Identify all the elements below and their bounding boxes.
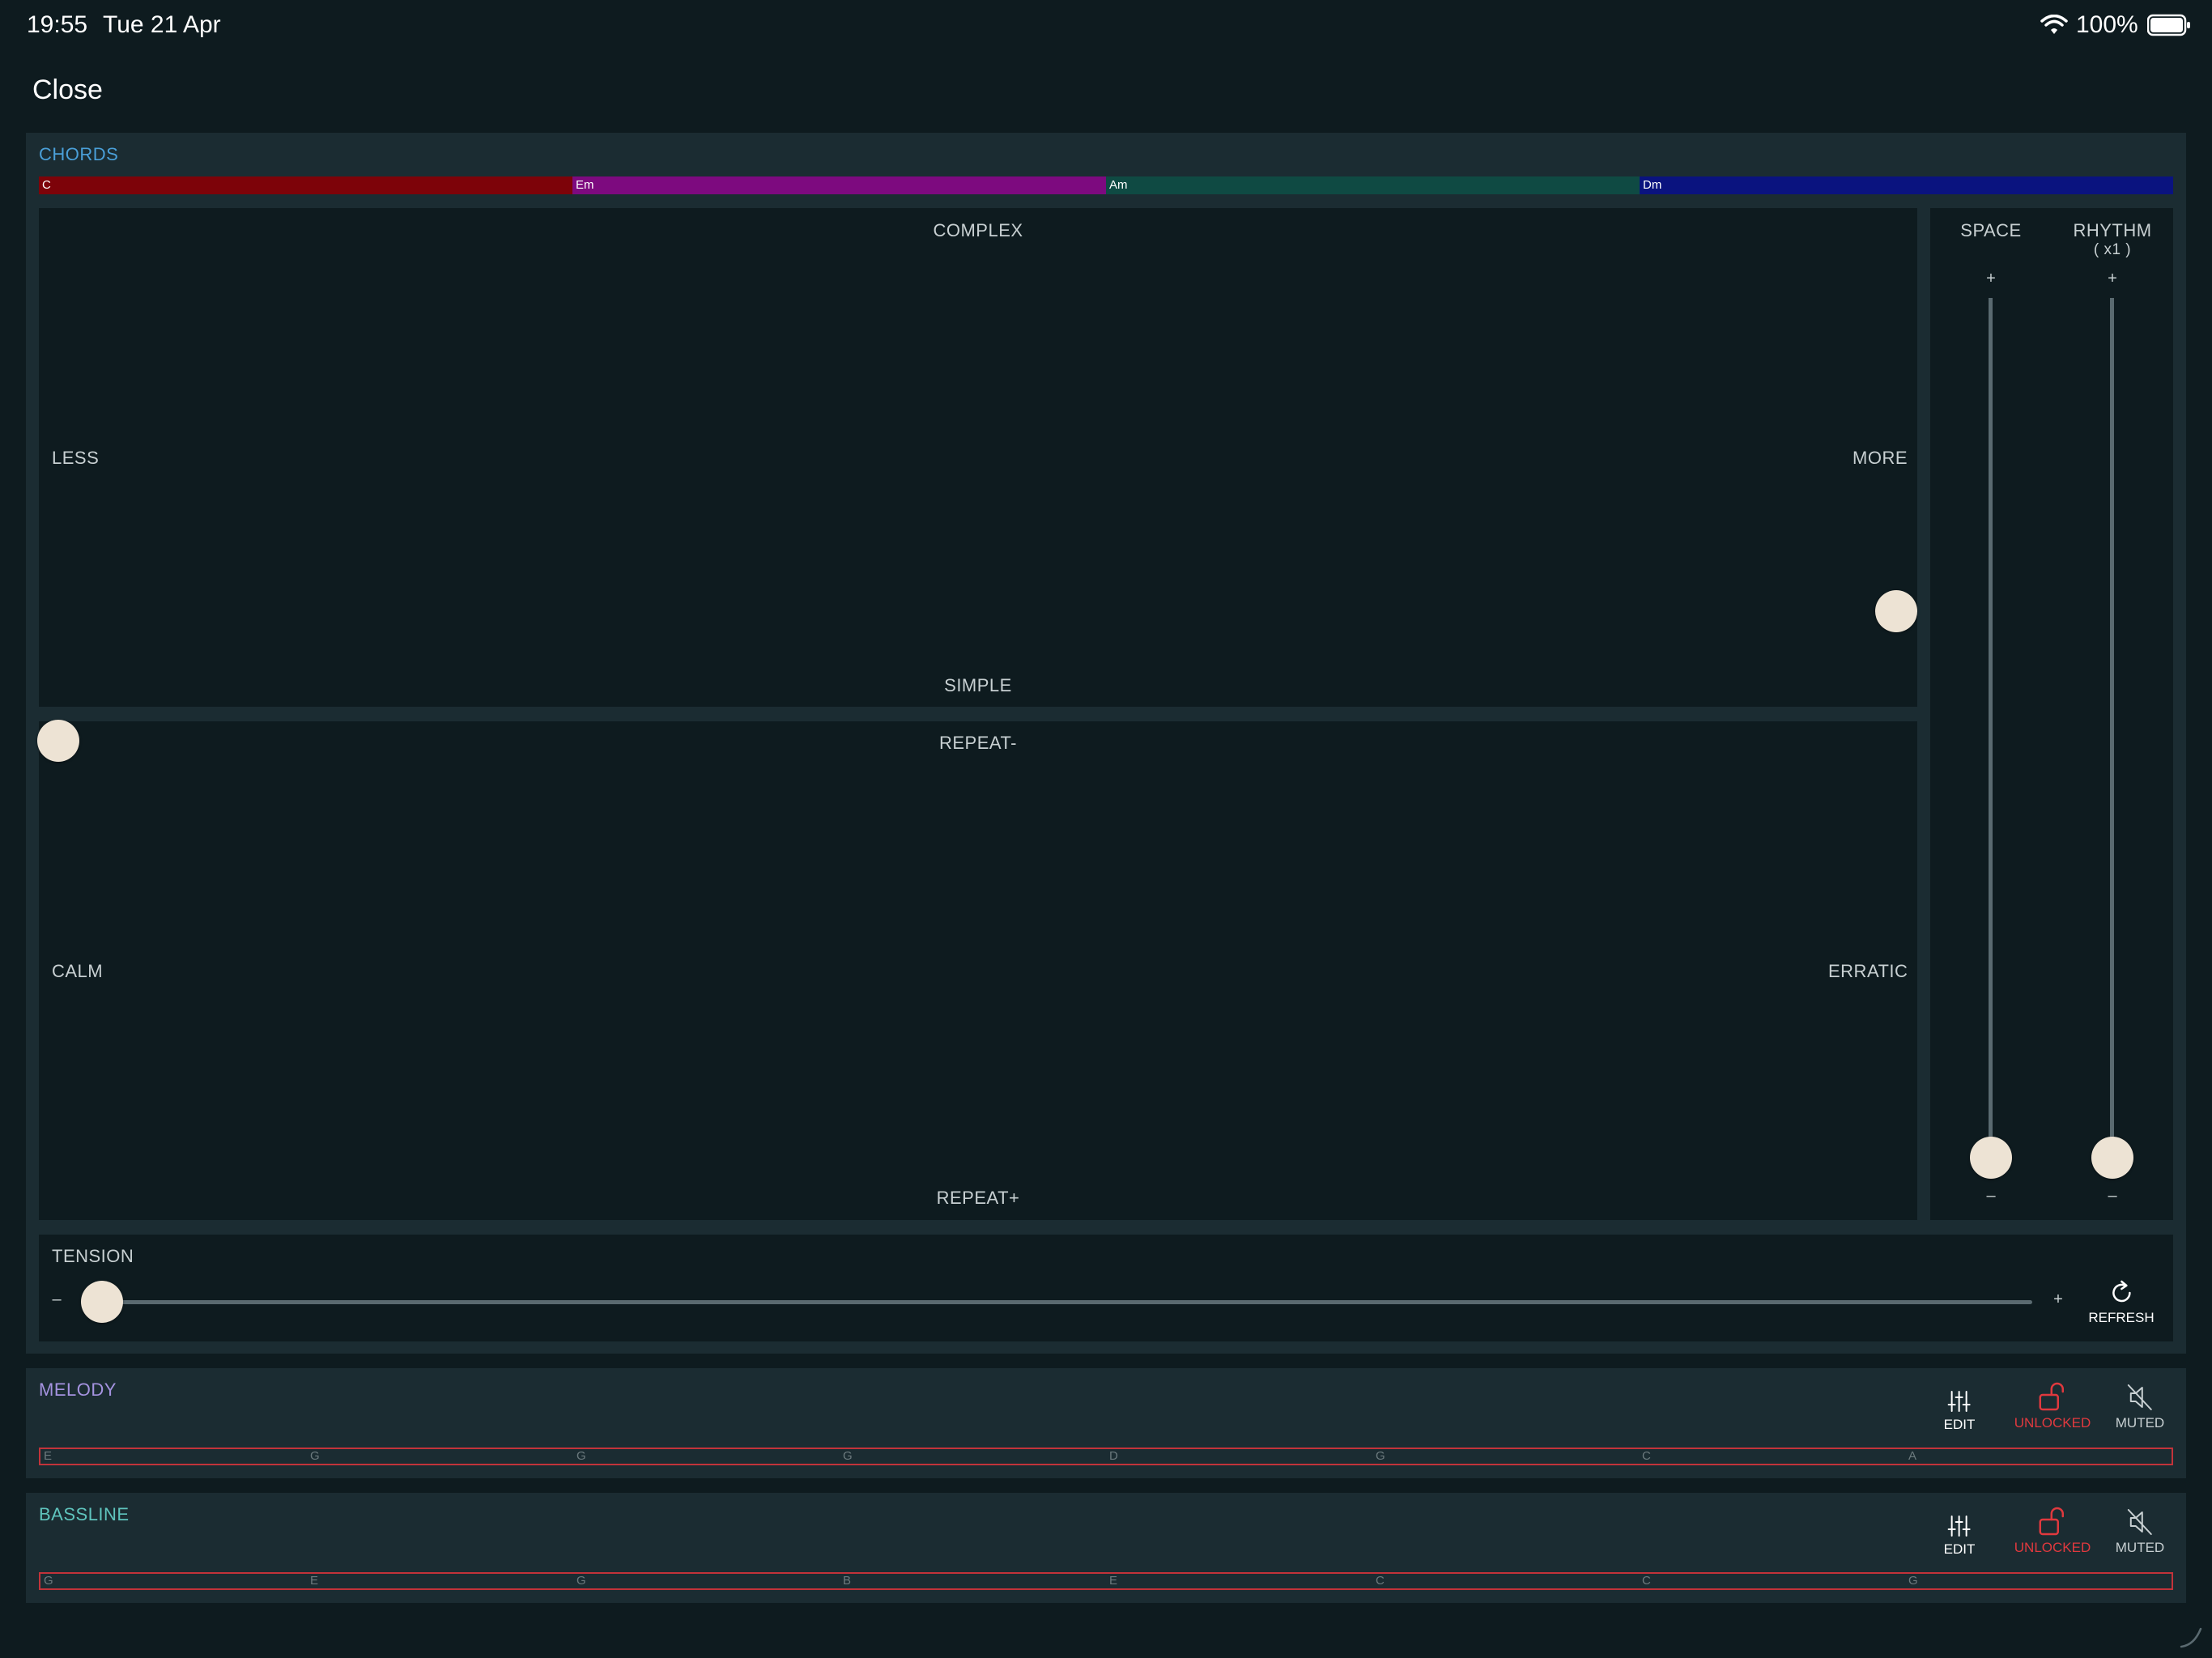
wifi-icon: [2040, 15, 2068, 34]
note-label: G: [44, 1574, 53, 1588]
chord-block-dm[interactable]: Dm: [1640, 176, 2173, 194]
note-label: E: [44, 1449, 53, 1463]
status-time: 19:55: [27, 11, 88, 38]
chord-label: Dm: [1643, 178, 1662, 192]
tension-minus: –: [52, 1290, 62, 1308]
bassline-mute-button[interactable]: MUTED: [2116, 1507, 2164, 1556]
pad-label-repeat-minus: REPEAT-: [938, 733, 1018, 753]
rhythm-label: RHYTHM: [2073, 220, 2152, 240]
rhythm-slider-track[interactable]: [2110, 298, 2114, 1158]
note-label: G: [310, 1449, 320, 1463]
pad-label-simple: SIMPLE: [944, 675, 1012, 695]
space-slider-knob[interactable]: [1970, 1137, 2012, 1179]
tension-slider-track[interactable]: [100, 1300, 2032, 1304]
space-label: SPACE: [1960, 220, 2022, 240]
edit-label: EDIT: [1943, 1417, 1976, 1432]
bassline-edit-button[interactable]: EDIT: [1943, 1514, 1976, 1558]
complexity-pad-knob[interactable]: [1875, 590, 1917, 632]
resize-corner-icon: [2180, 1627, 2202, 1648]
edit-label: EDIT: [1943, 1541, 1976, 1557]
rhythm-multiplier: ( x1 ): [2093, 241, 2132, 258]
lock-label: UNLOCKED: [2014, 1540, 2091, 1555]
pad-label-calm: CALM: [52, 961, 104, 981]
pad-label-repeat-plus: REPEAT+: [936, 1188, 1020, 1208]
sliders-panel: [1930, 208, 2173, 1220]
melody-notes-bar[interactable]: EGGGDGCA: [39, 1448, 2173, 1465]
speaker-muted-icon: [2127, 1384, 2152, 1410]
sliders-icon: [1947, 1516, 1971, 1537]
variation-pad-knob[interactable]: [37, 720, 79, 762]
chord-block-em[interactable]: Em: [572, 176, 1106, 194]
bassline-notes-bar[interactable]: GEGBECCG: [39, 1572, 2173, 1590]
chord-block-c[interactable]: C: [39, 176, 572, 194]
space-slider-track[interactable]: [1989, 298, 1993, 1158]
rhythm-slider-knob[interactable]: [2091, 1137, 2133, 1179]
status-date: Tue 21 Apr: [103, 11, 221, 38]
speaker-muted-icon: [2127, 1509, 2152, 1535]
note-label: G: [576, 1449, 586, 1463]
chords-title: CHORDS: [39, 144, 119, 164]
note-label: G: [576, 1574, 586, 1588]
note-label: B: [843, 1574, 852, 1588]
complexity-pad[interactable]: [39, 208, 1917, 707]
melody-mute-button[interactable]: MUTED: [2116, 1383, 2164, 1431]
mute-label: MUTED: [2115, 1415, 2165, 1431]
refresh-button[interactable]: REFRESH: [2088, 1279, 2155, 1326]
rhythm-plus: +: [2108, 270, 2117, 287]
close-button[interactable]: Close: [32, 74, 103, 106]
note-label: A: [1908, 1449, 1917, 1463]
space-plus: +: [1986, 270, 1996, 287]
melody-lock-button[interactable]: UNLOCKED: [2014, 1381, 2091, 1431]
note-label: G: [1908, 1574, 1918, 1588]
pad-label-erratic: ERRATIC: [1828, 961, 1908, 981]
melody-edit-button[interactable]: EDIT: [1943, 1389, 1976, 1433]
tension-label: TENSION: [52, 1246, 134, 1266]
battery-icon: [2147, 14, 2190, 36]
chord-block-am[interactable]: Am: [1106, 176, 1640, 194]
lock-label: UNLOCKED: [2014, 1415, 2091, 1431]
note-label: D: [1109, 1449, 1118, 1463]
tension-plus: +: [2053, 1290, 2063, 1308]
pad-label-more: MORE: [1853, 448, 1908, 468]
unlocked-padlock-icon: [2039, 1382, 2065, 1411]
battery-percentage: 100%: [2076, 11, 2138, 38]
refresh-icon: [2112, 1280, 2131, 1303]
mute-label: MUTED: [2115, 1540, 2165, 1555]
note-label: E: [1109, 1574, 1118, 1588]
refresh-label: REFRESH: [2088, 1310, 2155, 1325]
chord-label: Am: [1109, 178, 1128, 192]
note-label: C: [1642, 1449, 1651, 1463]
melody-title: MELODY: [39, 1380, 117, 1400]
space-minus: –: [1986, 1187, 1996, 1205]
note-label: C: [1642, 1574, 1651, 1588]
bassline-lock-button[interactable]: UNLOCKED: [2014, 1506, 2091, 1556]
variation-pad[interactable]: [39, 721, 1917, 1220]
chord-label: Em: [576, 178, 594, 192]
pad-label-less: LESS: [52, 448, 100, 468]
pad-label-complex: COMPLEX: [933, 220, 1023, 240]
note-label: E: [310, 1574, 319, 1588]
sliders-icon: [1947, 1391, 1971, 1412]
tension-panel: [39, 1235, 2173, 1341]
note-label: G: [1376, 1449, 1385, 1463]
rhythm-minus: –: [2108, 1187, 2117, 1205]
bassline-title: BASSLINE: [39, 1504, 130, 1524]
note-label: C: [1376, 1574, 1385, 1588]
note-label: G: [843, 1449, 853, 1463]
unlocked-padlock-icon: [2039, 1507, 2065, 1536]
chord-label: C: [42, 178, 51, 192]
tension-slider-knob[interactable]: [81, 1281, 123, 1323]
